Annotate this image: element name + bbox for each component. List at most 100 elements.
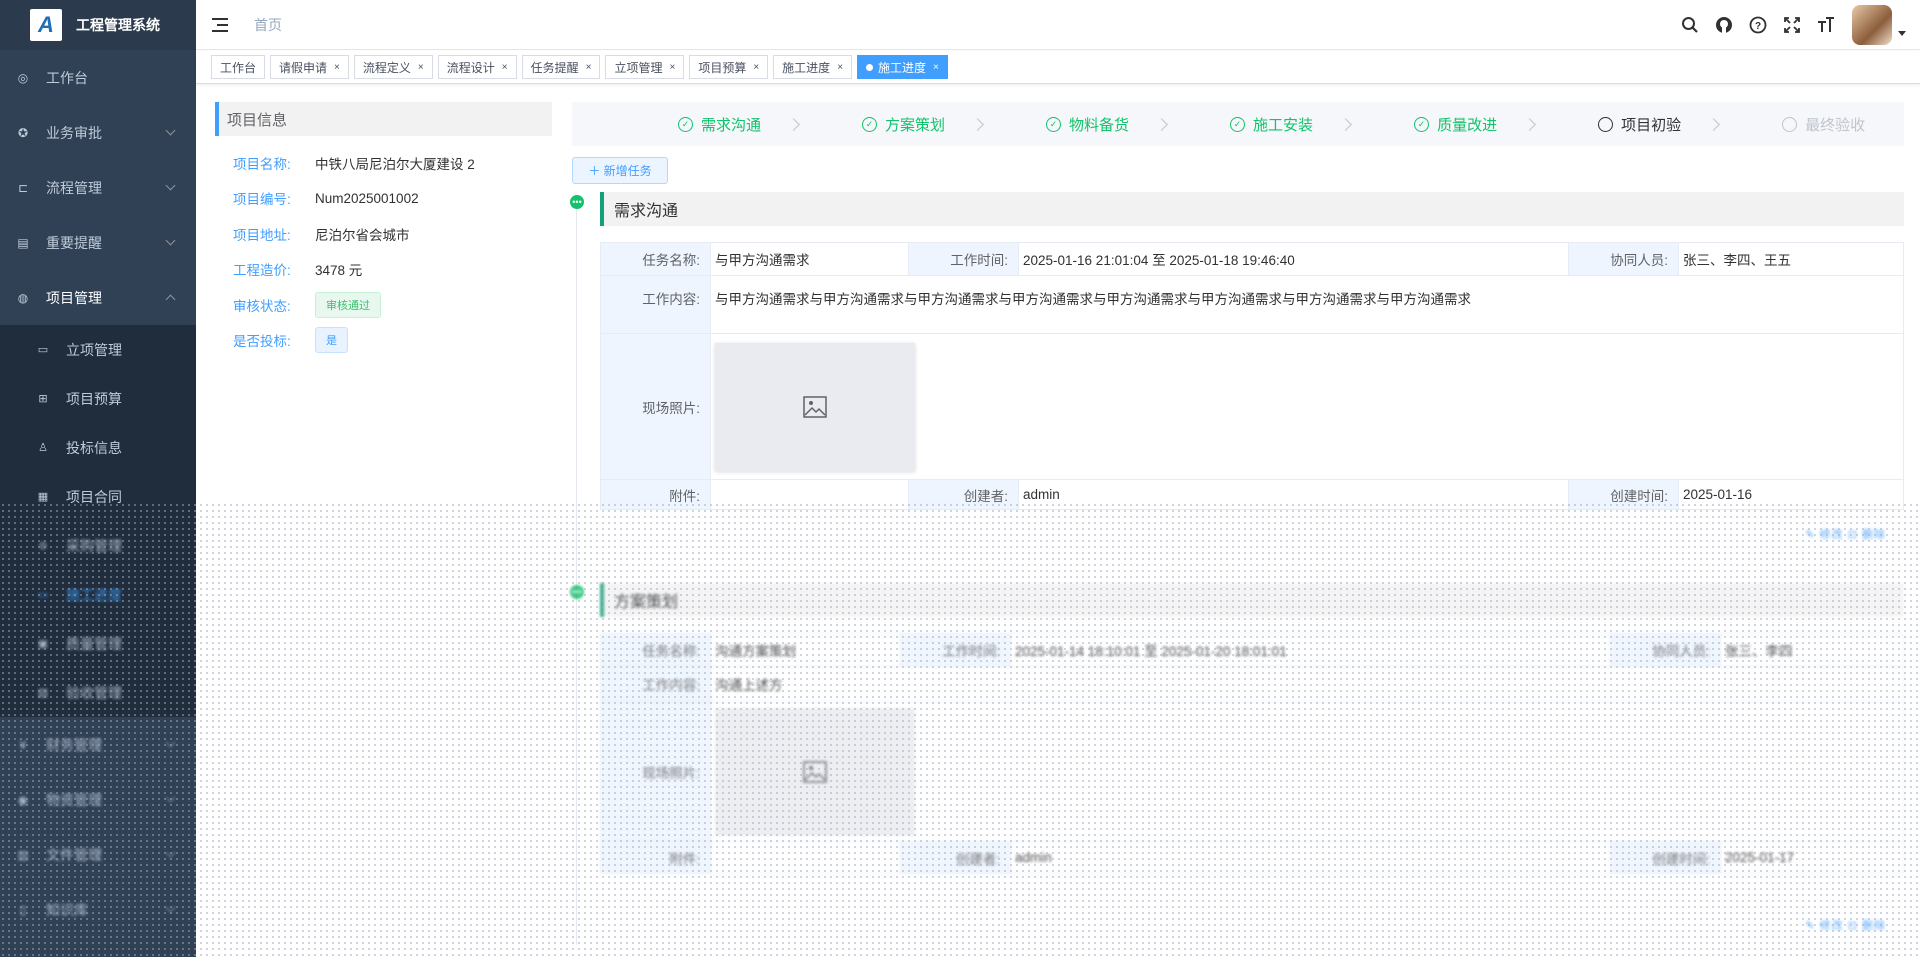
label-cell: 附件: [600,479,711,510]
sidebar-item-materials[interactable]: ◉ 物资管理 [0,772,196,827]
chevron-right-icon [1523,117,1536,131]
fullscreen-icon[interactable] [1782,15,1802,35]
tag-item[interactable]: 项目预算 × [689,55,769,79]
task-detail-table: 任务名称: 沟通方案策划 工作时间: 2025-01-14 18:10:01 至… [600,633,1904,874]
circle-icon [1598,116,1614,132]
close-icon[interactable]: × [586,62,592,73]
sidebar-item-project[interactable]: ◍ 项目管理 [0,270,196,325]
sidebar-item-progress[interactable]: ▭ 施工进度 [0,570,196,619]
task-title: 需求沟通 [600,192,1904,226]
sidebar-item-quality[interactable]: ▣ 质量管理 [0,619,196,668]
search-icon[interactable] [1680,15,1700,35]
value-cell: 张三、李四、王五 [1678,242,1904,276]
status-badge: 审核通过 [315,291,381,318]
close-icon[interactable]: × [669,62,675,73]
avatar[interactable] [1852,5,1892,45]
sidebar-item-budget[interactable]: ⊞ 项目预算 [0,374,196,423]
info-row: 项目名称: 中铁八局尼泊尔大厦建设 2 [233,156,475,172]
close-icon[interactable]: × [502,62,508,73]
step-item[interactable]: ✓ 施工安装 [1230,114,1313,135]
sidebar-item-knowledge[interactable]: ▯ 知识库 [0,882,196,937]
app-title: 工程管理系统 [76,17,160,33]
task-actions[interactable]: ✎ 修改 ⊡ 删除 [1805,526,1886,542]
close-icon[interactable]: × [418,62,424,73]
sidebar-item-initiation[interactable]: ▭ 立项管理 [0,325,196,374]
close-icon[interactable]: × [837,62,843,73]
tag-item[interactable]: 工作台 [211,55,266,79]
value-cell [710,841,901,874]
tag-item[interactable]: 任务提醒 × [521,55,601,79]
label-cell: 现场照片: [600,333,711,480]
chevron-right-icon [787,117,800,131]
chevron-down-icon [165,737,176,748]
label-cell: 创建时间: [1568,479,1679,510]
value-cell: 2025-01-17 [1720,841,1904,874]
caret-down-icon[interactable] [1898,30,1906,36]
svg-text:?: ? [1755,21,1761,32]
tag-item[interactable]: 立项管理 × [605,55,685,79]
sidebar-item-finance[interactable]: ¥ 财务管理 [0,717,196,772]
navbar: 首页 ? [196,0,1920,50]
sidebar-item-approval[interactable]: ✪ 业务审批 [0,105,196,160]
more-icon: ••• [570,585,584,599]
close-icon[interactable]: × [753,62,759,73]
info-row: 项目地址: 尼泊尔省会城市 [233,227,410,243]
chevron-right-icon [1339,117,1352,131]
sidebar-item-files[interactable]: ▥ 文件管理 [0,827,196,882]
add-task-button[interactable]: ＋ 新增任务 [572,157,668,184]
font-size-icon[interactable] [1816,15,1836,35]
value-cell: 与甲方沟通需求与甲方沟通需求与甲方沟通需求与甲方沟通需求与甲方沟通需求与甲方沟通… [710,275,1904,334]
close-icon[interactable]: × [933,62,939,73]
label-cell: 创建时间: [1610,841,1721,874]
quality-icon: ▣ [37,638,49,650]
label-cell: 现场照片: [600,701,711,842]
tag-item[interactable]: 流程设计 × [437,55,517,79]
chevron-down-icon [165,125,176,136]
value-cell: 2025-01-14 18:10:01 至 2025-01-20 18:01:0… [1010,633,1611,667]
sidebar-item-workbench[interactable]: ◎ 工作台 [0,50,196,105]
sidebar-item-tender[interactable]: ♙ 投标信息 [0,423,196,472]
close-icon[interactable]: × [334,62,340,73]
step-item-current[interactable]: 项目初验 [1598,114,1681,135]
dashboard-icon: ◎ [17,70,29,85]
label-cell: 工作内容: [600,275,711,334]
image-placeholder-icon[interactable] [715,707,915,836]
chevron-right-icon [1155,117,1168,131]
label-cell: 创建者: [908,479,1019,510]
tag-item[interactable]: 请假申请 × [270,55,349,79]
sidebar-item-reminder[interactable]: ▤ 重要提醒 [0,215,196,270]
info-row: 工程造价: 3478 元 [233,263,363,279]
info-row: 项目编号: Num2025001002 [233,190,419,208]
check-circle-icon: ✓ [1414,116,1430,132]
value-cell: 沟通方案策划 [710,633,901,667]
tag-item-active[interactable]: 施工进度 × [857,55,948,79]
logo[interactable]: A 工程管理系统 [0,0,196,50]
step-item[interactable]: ✓ 方案策划 [862,114,945,135]
help-icon[interactable]: ? [1748,15,1768,35]
active-dot-icon [866,63,874,71]
tag-item[interactable]: 流程定义 × [353,55,433,79]
label-cell: 协同人员: [1568,242,1679,276]
task-actions[interactable]: ✎ 修改 ⊡ 删除 [1805,917,1886,933]
image-placeholder-icon[interactable] [715,342,915,471]
github-icon[interactable] [1714,15,1734,35]
sidebar-item-purchase[interactable]: ⊜ 采购管理 [0,521,196,570]
purchase-icon: ⊜ [38,540,48,552]
sidebar-item-contract[interactable]: ▦ 项目合同 [0,472,196,521]
project-submenu: ▭ 立项管理 ⊞ 项目预算 ♙ 投标信息 ▦ 项目合同 ⊜ 采购管理 ▭ 施工进… [0,325,196,717]
check-circle-icon: ✓ [1230,116,1246,132]
step-item[interactable]: ✓ 需求沟通 [678,114,761,135]
info-row-bid: 是否投标: 是 [215,323,552,359]
breadcrumb[interactable]: 首页 [254,15,282,35]
step-item[interactable]: ✓ 质量改进 [1414,114,1497,135]
task-card: 需求沟通 任务名称: 与甲方沟通需求 工作时间: 2025-01-16 21:0… [600,192,1904,541]
logo-icon: A [30,9,62,41]
sidebar-item-acceptance[interactable]: ▧ 验收管理 [0,668,196,717]
chevron-down-icon [165,847,176,858]
sidebar-item-flow[interactable]: ⊏ 流程管理 [0,160,196,215]
hamburger-icon[interactable] [212,17,230,33]
approval-icon: ✪ [17,125,29,140]
step-item[interactable]: ✓ 物料备货 [1046,114,1129,135]
step-item-wait[interactable]: 最终验收 [1782,114,1865,135]
tag-item[interactable]: 施工进度 × [773,55,853,79]
